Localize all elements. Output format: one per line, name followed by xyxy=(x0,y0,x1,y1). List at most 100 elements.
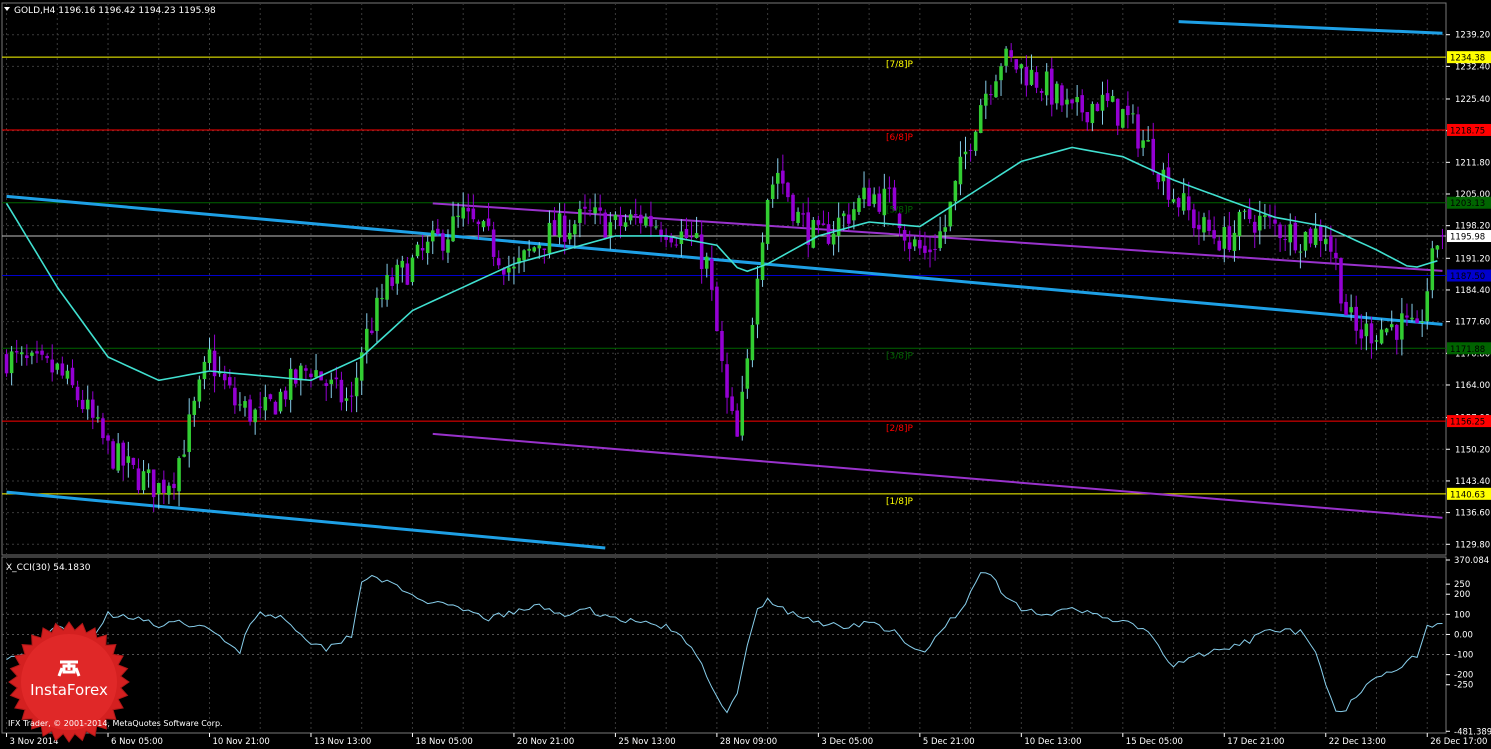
candle-body[interactable] xyxy=(1019,64,1024,69)
candle-body[interactable] xyxy=(669,237,673,243)
candle-body[interactable] xyxy=(532,247,537,252)
candle-body[interactable] xyxy=(776,172,780,184)
candle-body[interactable] xyxy=(887,187,892,189)
candle-body[interactable] xyxy=(608,222,613,236)
candle-body[interactable] xyxy=(415,244,420,257)
candle-body[interactable] xyxy=(973,131,978,151)
candle-body[interactable] xyxy=(831,233,836,245)
candle-body[interactable] xyxy=(750,324,755,361)
candle-body[interactable] xyxy=(912,239,917,247)
candle-body[interactable] xyxy=(765,199,770,244)
candle-body[interactable] xyxy=(400,260,405,268)
candle-body[interactable] xyxy=(902,230,907,241)
candle-body[interactable] xyxy=(324,383,328,386)
candle-body[interactable] xyxy=(4,354,9,374)
candle-body[interactable] xyxy=(994,81,998,98)
candle-body[interactable] xyxy=(755,278,760,325)
candle-body[interactable] xyxy=(968,149,973,151)
candle-body[interactable] xyxy=(659,229,663,237)
candle-body[interactable] xyxy=(1400,313,1404,340)
candle-body[interactable] xyxy=(999,66,1003,81)
candle-body[interactable] xyxy=(96,417,100,419)
candle-body[interactable] xyxy=(172,483,176,489)
candle-body[interactable] xyxy=(1126,105,1130,116)
candle-body[interactable] xyxy=(1369,323,1374,344)
candle-body[interactable] xyxy=(740,391,745,436)
candle-body[interactable] xyxy=(1440,235,1445,237)
candle-body[interactable] xyxy=(1283,238,1287,240)
candle-body[interactable] xyxy=(258,406,263,408)
candle-body[interactable] xyxy=(1242,210,1247,212)
candle-body[interactable] xyxy=(1364,323,1369,337)
candle-body[interactable] xyxy=(1202,217,1206,233)
candle-body[interactable] xyxy=(1323,238,1328,245)
candle-body[interactable] xyxy=(867,187,871,207)
candle-body[interactable] xyxy=(471,208,476,220)
candle-body[interactable] xyxy=(801,213,805,215)
candle-body[interactable] xyxy=(639,214,643,224)
candle-body[interactable] xyxy=(578,208,582,223)
candle-body[interactable] xyxy=(1263,215,1267,217)
candle-body[interactable] xyxy=(699,234,704,270)
candle-body[interactable] xyxy=(618,215,623,227)
candle-body[interactable] xyxy=(1344,301,1348,316)
candle-body[interactable] xyxy=(628,214,633,221)
candle-body[interactable] xyxy=(197,379,202,402)
candle-body[interactable] xyxy=(1065,99,1069,105)
candle-body[interactable] xyxy=(299,365,303,381)
candle-body[interactable] xyxy=(512,266,516,269)
candle-body[interactable] xyxy=(552,220,557,236)
candle-body[interactable] xyxy=(425,241,430,254)
candle-body[interactable] xyxy=(1420,321,1424,323)
candle-body[interactable] xyxy=(1105,93,1110,101)
candle-body[interactable] xyxy=(953,180,958,202)
candle-body[interactable] xyxy=(1176,198,1181,208)
candle-body[interactable] xyxy=(491,229,496,257)
candle-body[interactable] xyxy=(329,379,334,385)
candle-body[interactable] xyxy=(730,396,734,411)
candle-body[interactable] xyxy=(1415,318,1419,323)
candle-body[interactable] xyxy=(623,222,628,227)
candle-body[interactable] xyxy=(60,363,65,376)
candle-body[interactable] xyxy=(19,352,24,355)
candle-body[interactable] xyxy=(344,398,349,401)
candle-body[interactable] xyxy=(9,351,14,374)
candle-body[interactable] xyxy=(1384,328,1389,333)
candle-body[interactable] xyxy=(430,230,435,242)
candle-body[interactable] xyxy=(684,228,689,239)
candle-body[interactable] xyxy=(349,395,354,397)
candle-body[interactable] xyxy=(593,207,597,214)
candle-body[interactable] xyxy=(177,458,181,492)
candle-body[interactable] xyxy=(441,233,445,251)
candle-body[interactable] xyxy=(862,187,866,200)
candle-body[interactable] xyxy=(1222,226,1227,249)
candle-body[interactable] xyxy=(253,409,257,423)
candle-body[interactable] xyxy=(644,216,648,226)
candle-body[interactable] xyxy=(375,297,379,331)
candle-body[interactable] xyxy=(715,286,719,332)
candle-body[interactable] xyxy=(1217,240,1221,251)
candle-body[interactable] xyxy=(923,245,927,253)
candle-body[interactable] xyxy=(649,215,653,227)
candle-body[interactable] xyxy=(1192,209,1196,229)
candle-body[interactable] xyxy=(131,457,136,465)
candle-body[interactable] xyxy=(106,435,110,441)
candle-body[interactable] xyxy=(1252,221,1257,233)
candle-body[interactable] xyxy=(1237,211,1242,237)
candle-body[interactable] xyxy=(238,404,242,406)
candle-body[interactable] xyxy=(562,215,567,242)
candle-body[interactable] xyxy=(126,456,131,463)
candle-body[interactable] xyxy=(821,223,826,225)
candle-body[interactable] xyxy=(1060,85,1064,106)
candle-body[interactable] xyxy=(146,469,151,474)
candle-body[interactable] xyxy=(1075,97,1079,103)
candle-body[interactable] xyxy=(1313,228,1318,246)
candle-body[interactable] xyxy=(811,219,816,248)
candle-body[interactable] xyxy=(202,361,207,380)
candle-body[interactable] xyxy=(1090,103,1095,124)
candle-body[interactable] xyxy=(182,454,186,457)
candle-body[interactable] xyxy=(395,264,400,284)
candle-body[interactable] xyxy=(1273,219,1277,224)
candle-body[interactable] xyxy=(334,377,339,380)
candle-body[interactable] xyxy=(243,401,247,408)
